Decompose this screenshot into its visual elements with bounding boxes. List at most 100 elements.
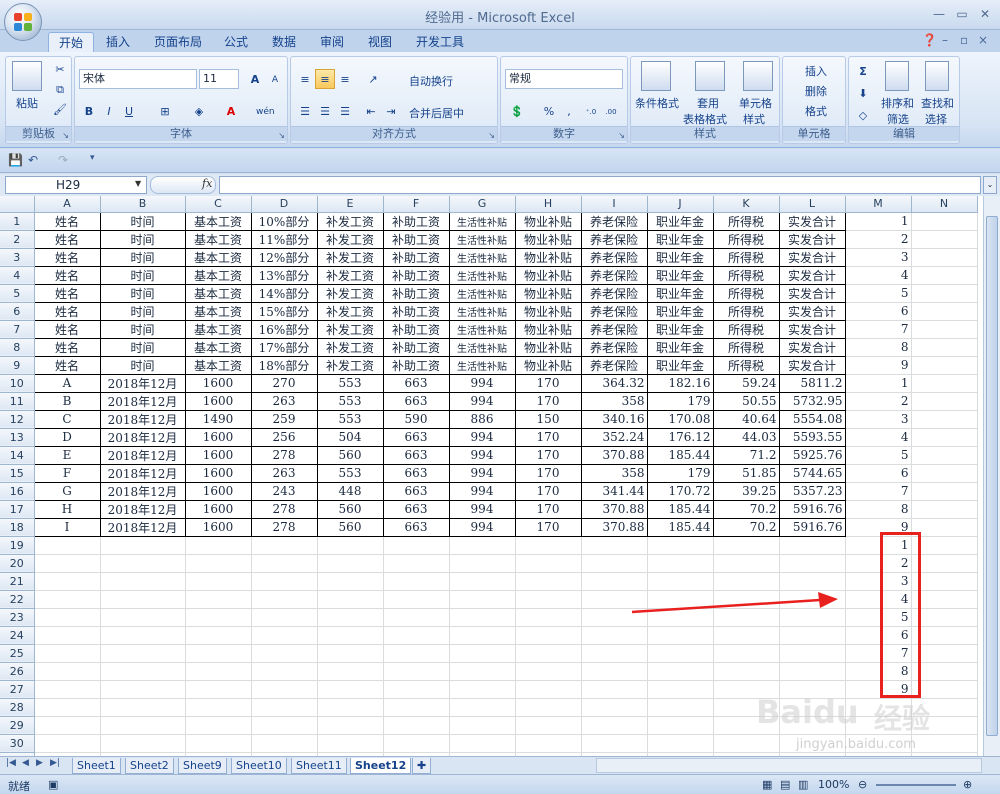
cell[interactable]	[100, 554, 186, 573]
cell[interactable]: 994	[448, 499, 516, 519]
cell[interactable]: 6	[845, 464, 912, 483]
cell[interactable]	[100, 716, 186, 735]
cell[interactable]: 养老保险	[580, 337, 648, 357]
copy-icon[interactable]: ⧉	[50, 79, 70, 99]
row-header[interactable]: 2	[0, 230, 35, 249]
cell[interactable]: 姓名	[33, 265, 101, 285]
cell[interactable]: 59.24	[712, 373, 780, 393]
fill-icon[interactable]: ⬇	[853, 83, 873, 103]
cell[interactable]: 所得税	[712, 301, 780, 321]
cell[interactable]	[185, 680, 252, 699]
row-header[interactable]: 14	[0, 446, 35, 465]
cell[interactable]: 663	[382, 481, 450, 501]
align-middle-icon[interactable]: ≡	[315, 69, 335, 89]
cell[interactable]: 职业年金	[646, 337, 714, 357]
cell[interactable]: 1600	[184, 391, 252, 411]
cell[interactable]	[581, 572, 648, 591]
cell[interactable]	[317, 554, 384, 573]
cell[interactable]	[317, 608, 384, 627]
cell[interactable]: 663	[382, 373, 450, 393]
cell[interactable]	[581, 644, 648, 663]
row-header[interactable]: 23	[0, 608, 35, 627]
cell[interactable]: 278	[250, 445, 318, 465]
cell[interactable]: 补助工资	[382, 229, 450, 249]
cell[interactable]: 17%部分	[250, 337, 318, 357]
column-header-g[interactable]: G	[449, 196, 516, 213]
cell[interactable]	[713, 626, 780, 645]
currency-icon[interactable]: 💲	[507, 101, 527, 121]
cell[interactable]: 补发工资	[316, 355, 384, 375]
tab-review[interactable]: 审阅	[310, 32, 354, 52]
cell[interactable]: 590	[382, 409, 450, 429]
cell[interactable]: 补发工资	[316, 337, 384, 357]
cell[interactable]: 5744.65	[778, 463, 846, 483]
font-size-select[interactable]: 11	[199, 69, 239, 89]
insert-cells-button[interactable]: 插入	[805, 63, 827, 79]
cell[interactable]	[317, 662, 384, 681]
align-bottom-icon[interactable]: ≡	[335, 69, 355, 89]
cell[interactable]: 170	[514, 481, 582, 501]
cell[interactable]: 5732.95	[778, 391, 846, 411]
cell[interactable]	[383, 716, 450, 735]
cell[interactable]: 职业年金	[646, 355, 714, 375]
row-header[interactable]: 20	[0, 554, 35, 573]
tab-formulas[interactable]: 公式	[214, 32, 258, 52]
cell[interactable]	[100, 536, 186, 555]
cell[interactable]	[581, 626, 648, 645]
cell[interactable]	[911, 248, 978, 267]
row-header[interactable]: 26	[0, 662, 35, 681]
cell[interactable]: 时间	[99, 283, 186, 303]
cell[interactable]	[449, 698, 516, 717]
cell[interactable]: 8	[845, 338, 912, 357]
cell[interactable]	[515, 680, 582, 699]
cell[interactable]: 12%部分	[250, 247, 318, 267]
cell[interactable]: 补助工资	[382, 211, 450, 231]
cell[interactable]	[251, 644, 318, 663]
cell[interactable]: 71.2	[712, 445, 780, 465]
find-select-button[interactable]: 查找和	[921, 95, 954, 111]
cell[interactable]	[185, 662, 252, 681]
table-format-button-2[interactable]: 表格格式	[683, 111, 727, 127]
font-launcher-icon[interactable]: ↘	[278, 131, 285, 140]
cell[interactable]: 340.16	[580, 409, 648, 429]
cell-styles-button-2[interactable]: 样式	[743, 111, 765, 127]
cell[interactable]: 5593.55	[778, 427, 846, 447]
cell[interactable]	[34, 644, 101, 663]
expand-formula-icon[interactable]: ⌄	[983, 176, 997, 194]
prev-sheet-icon[interactable]: ◀	[22, 758, 29, 768]
cell[interactable]	[100, 734, 186, 753]
cell[interactable]	[317, 716, 384, 735]
cell[interactable]	[779, 626, 846, 645]
cell[interactable]: 实发合计	[778, 265, 846, 285]
cell-styles-icon[interactable]	[743, 61, 773, 91]
align-top-icon[interactable]: ≡	[295, 69, 315, 89]
cell[interactable]	[911, 446, 978, 465]
cell[interactable]	[185, 608, 252, 627]
cell[interactable]: 10%部分	[250, 211, 318, 231]
maximize-button[interactable]: ▭	[953, 6, 971, 22]
cell[interactable]	[317, 626, 384, 645]
cell[interactable]: 时间	[99, 355, 186, 375]
cell[interactable]: 44.03	[712, 427, 780, 447]
cell[interactable]: 2018年12月	[99, 445, 186, 465]
zoom-in-icon[interactable]: ⊕	[963, 778, 972, 791]
column-header-j[interactable]: J	[647, 196, 714, 213]
cell[interactable]	[383, 698, 450, 717]
cell[interactable]: 4	[845, 428, 912, 447]
cell[interactable]	[911, 464, 978, 483]
cell[interactable]: 生活性补贴	[448, 265, 516, 285]
cell[interactable]: 256	[250, 427, 318, 447]
cell[interactable]: 生活性补贴	[448, 337, 516, 357]
column-header-i[interactable]: I	[581, 196, 648, 213]
cell[interactable]: 663	[382, 445, 450, 465]
cell[interactable]	[185, 644, 252, 663]
cell[interactable]: 姓名	[33, 355, 101, 375]
cell[interactable]	[647, 554, 714, 573]
tab-view[interactable]: 视图	[358, 32, 402, 52]
cell[interactable]: 2018年12月	[99, 499, 186, 519]
cell[interactable]: 994	[448, 391, 516, 411]
column-header-m[interactable]: M	[845, 196, 912, 213]
cell[interactable]: 生活性补贴	[448, 247, 516, 267]
cell[interactable]	[911, 356, 978, 375]
ribbon-close-icon[interactable]: ×	[978, 33, 988, 47]
